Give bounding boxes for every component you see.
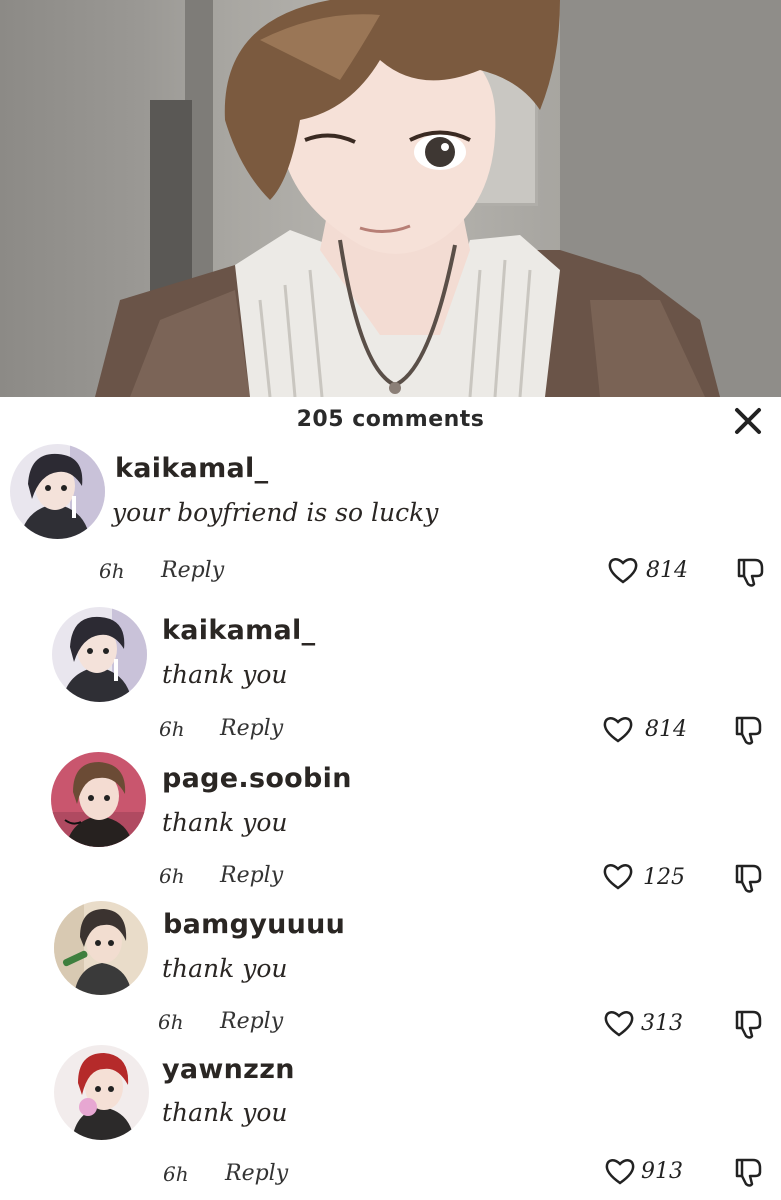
character-illustration bbox=[95, 0, 720, 397]
avatar[interactable] bbox=[10, 444, 105, 539]
like-count: 125 bbox=[643, 865, 685, 890]
comment-username[interactable]: kaikamal_ bbox=[162, 615, 315, 646]
avatar[interactable] bbox=[51, 752, 146, 847]
avatar[interactable] bbox=[54, 1045, 149, 1140]
avatar[interactable] bbox=[54, 901, 148, 995]
reply-button[interactable]: Reply bbox=[220, 716, 283, 741]
reply-button[interactable]: Reply bbox=[225, 1161, 288, 1186]
comment-username[interactable]: kaikamal_ bbox=[115, 453, 268, 484]
comment-username[interactable]: page.soobin bbox=[162, 763, 352, 794]
avatar[interactable] bbox=[52, 607, 147, 702]
avatar-dark-hair-icon bbox=[10, 444, 105, 539]
comment-time: 6h bbox=[99, 559, 125, 583]
comment-time: 6h bbox=[163, 1162, 189, 1186]
dislike-icon[interactable] bbox=[733, 1008, 765, 1040]
avatar-red-hair-icon bbox=[54, 1045, 149, 1140]
reply-button[interactable]: Reply bbox=[220, 1009, 283, 1034]
comment-time: 6h bbox=[158, 1010, 184, 1034]
comment-text: your boyfriend is so lucky bbox=[112, 498, 439, 527]
reply-button[interactable]: Reply bbox=[220, 863, 283, 888]
comment-text: thank you bbox=[162, 1098, 288, 1127]
like-count: 814 bbox=[646, 558, 688, 583]
heart-icon[interactable] bbox=[602, 861, 634, 891]
dislike-icon[interactable] bbox=[733, 862, 765, 894]
comment-username[interactable]: bamgyuuuu bbox=[163, 909, 345, 940]
heart-icon[interactable] bbox=[604, 1156, 636, 1186]
dislike-icon[interactable] bbox=[735, 556, 767, 588]
like-count: 313 bbox=[641, 1011, 683, 1036]
close-icon[interactable] bbox=[731, 404, 765, 438]
comment-time: 6h bbox=[159, 717, 185, 741]
dislike-icon[interactable] bbox=[733, 714, 765, 746]
post-illustration bbox=[0, 0, 781, 397]
comment-text: thank you bbox=[162, 660, 288, 689]
heart-icon[interactable] bbox=[603, 1008, 635, 1038]
avatar-microphone-icon bbox=[54, 901, 148, 995]
comment-text: thank you bbox=[162, 808, 288, 837]
heart-icon[interactable] bbox=[602, 714, 634, 744]
avatar-dark-hair-icon bbox=[52, 607, 147, 702]
comment-username[interactable]: yawnzzn bbox=[162, 1054, 295, 1085]
comment-time: 6h bbox=[159, 864, 185, 888]
dislike-icon[interactable] bbox=[733, 1156, 765, 1188]
heart-icon[interactable] bbox=[607, 555, 639, 585]
avatar-brown-hair-icon bbox=[51, 752, 146, 847]
reply-button[interactable]: Reply bbox=[161, 558, 224, 583]
like-count: 814 bbox=[645, 717, 687, 742]
comment-text: thank you bbox=[162, 954, 288, 983]
like-count: 913 bbox=[641, 1159, 683, 1184]
comments-header: 205 comments bbox=[0, 397, 781, 445]
comment-count: 205 comments bbox=[296, 407, 485, 432]
